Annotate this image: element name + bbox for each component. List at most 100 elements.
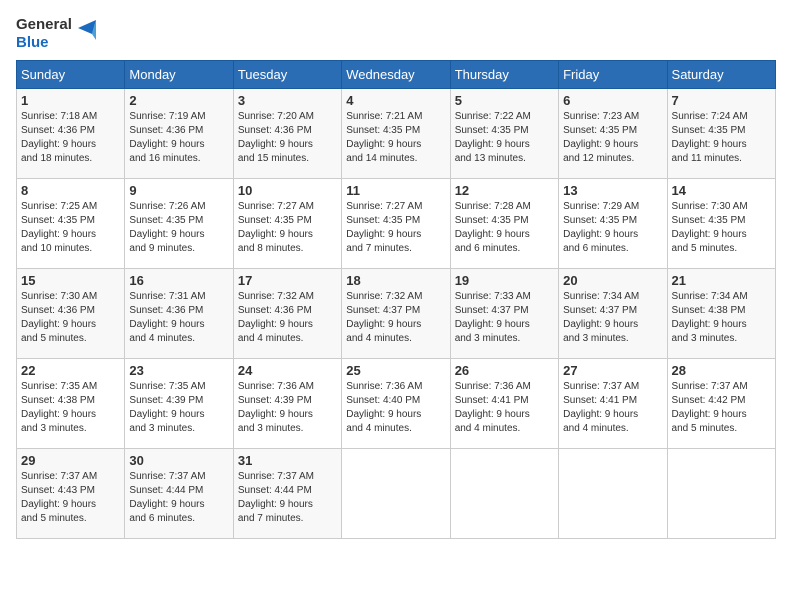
day-info: Sunrise: 7:29 AM Sunset: 4:35 PM Dayligh… [563, 200, 662, 256]
day-info: Sunrise: 7:23 AM Sunset: 4:35 PM Dayligh… [563, 110, 662, 166]
calendar-cell: 27Sunrise: 7:37 AM Sunset: 4:41 PM Dayli… [559, 359, 667, 449]
calendar-cell: 25Sunrise: 7:36 AM Sunset: 4:40 PM Dayli… [342, 359, 450, 449]
day-header-sunday: Sunday [17, 61, 125, 89]
day-info: Sunrise: 7:34 AM Sunset: 4:37 PM Dayligh… [563, 290, 662, 346]
calendar-cell: 21 Sunrise: 7:34 AM Sunset: 4:38 PM Dayli… [667, 269, 775, 359]
day-number: 22 [21, 363, 120, 378]
logo: GeneralBlue [16, 16, 96, 52]
day-info: Sunrise: 7:36 AM Sunset: 4:39 PM Dayligh… [238, 380, 337, 436]
day-info: Sunrise: 7:37 AM Sunset: 4:43 PM Dayligh… [21, 470, 120, 526]
day-number: 18 [346, 273, 445, 288]
day-number: 20 [563, 273, 662, 288]
day-info: Sunrise: 7:32 AM Sunset: 4:37 PM Dayligh… [346, 290, 445, 346]
day-info: Sunrise: 7:24 AM Sunset: 4:35 PM Dayligh… [672, 110, 771, 166]
day-number: 19 [455, 273, 554, 288]
day-info: Sunrise: 7:20 AM Sunset: 4:36 PM Dayligh… [238, 110, 337, 166]
day-info: Sunrise: 7:37 AM Sunset: 4:44 PM Dayligh… [129, 470, 228, 526]
day-number: 16 [129, 273, 228, 288]
calendar-cell: 7 Sunrise: 7:24 AM Sunset: 4:35 PM Daylig… [667, 89, 775, 179]
day-number: 10 [238, 183, 337, 198]
calendar-cell [342, 449, 450, 539]
day-number: 2 [129, 93, 228, 108]
day-info: Sunrise: 7:27 AM Sunset: 4:35 PM Dayligh… [346, 200, 445, 256]
day-number: 24 [238, 363, 337, 378]
day-number: 15 [21, 273, 120, 288]
day-info: Sunrise: 7:37 AM Sunset: 4:41 PM Dayligh… [563, 380, 662, 436]
calendar-week-row: 15 Sunrise: 7:30 AM Sunset: 4:36 PM Dayli… [17, 269, 776, 359]
calendar-cell: 19 Sunrise: 7:33 AM Sunset: 4:37 PM Dayli… [450, 269, 558, 359]
calendar-cell: 11 Sunrise: 7:27 AM Sunset: 4:35 PM Dayli… [342, 179, 450, 269]
day-number: 3 [238, 93, 337, 108]
calendar-table: SundayMondayTuesdayWednesdayThursdayFrid… [16, 60, 776, 539]
day-number: 1 [21, 93, 120, 108]
day-info: Sunrise: 7:30 AM Sunset: 4:36 PM Dayligh… [21, 290, 120, 346]
calendar-week-row: 8 Sunrise: 7:25 AM Sunset: 4:35 PM Daylig… [17, 179, 776, 269]
calendar-week-row: 29 Sunrise: 7:37 AM Sunset: 4:43 PM Dayli… [17, 449, 776, 539]
day-info: Sunrise: 7:30 AM Sunset: 4:35 PM Dayligh… [672, 200, 771, 256]
day-info: Sunrise: 7:34 AM Sunset: 4:38 PM Dayligh… [672, 290, 771, 346]
calendar-cell: 30 Sunrise: 7:37 AM Sunset: 4:44 PM Dayli… [125, 449, 233, 539]
calendar-cell: 5Sunrise: 7:22 AM Sunset: 4:35 PM Daylig… [450, 89, 558, 179]
day-number: 31 [238, 453, 337, 468]
calendar-cell: 15 Sunrise: 7:30 AM Sunset: 4:36 PM Dayli… [17, 269, 125, 359]
day-header-thursday: Thursday [450, 61, 558, 89]
day-header-saturday: Saturday [667, 61, 775, 89]
calendar-cell: 24 Sunrise: 7:36 AM Sunset: 4:39 PM Dayli… [233, 359, 341, 449]
calendar-cell: 26 Sunrise: 7:36 AM Sunset: 4:41 PM Dayli… [450, 359, 558, 449]
day-info: Sunrise: 7:33 AM Sunset: 4:37 PM Dayligh… [455, 290, 554, 346]
calendar-cell [559, 449, 667, 539]
calendar-cell: 20 Sunrise: 7:34 AM Sunset: 4:37 PM Dayli… [559, 269, 667, 359]
day-header-wednesday: Wednesday [342, 61, 450, 89]
day-number: 5 [455, 93, 554, 108]
day-number: 11 [346, 183, 445, 198]
day-number: 9 [129, 183, 228, 198]
day-info: Sunrise: 7:27 AM Sunset: 4:35 PM Dayligh… [238, 200, 337, 256]
day-number: 14 [672, 183, 771, 198]
calendar-cell [450, 449, 558, 539]
day-info: Sunrise: 7:28 AM Sunset: 4:35 PM Dayligh… [455, 200, 554, 256]
calendar-body: 1Sunrise: 7:18 AM Sunset: 4:36 PM Daylig… [17, 89, 776, 539]
day-info: Sunrise: 7:26 AM Sunset: 4:35 PM Dayligh… [129, 200, 228, 256]
calendar-week-row: 22 Sunrise: 7:35 AM Sunset: 4:38 PM Dayli… [17, 359, 776, 449]
day-info: Sunrise: 7:35 AM Sunset: 4:38 PM Dayligh… [21, 380, 120, 436]
day-number: 7 [672, 93, 771, 108]
calendar-header-row: SundayMondayTuesdayWednesdayThursdayFrid… [17, 61, 776, 89]
day-number: 13 [563, 183, 662, 198]
day-number: 6 [563, 93, 662, 108]
day-info: Sunrise: 7:36 AM Sunset: 4:41 PM Dayligh… [455, 380, 554, 436]
day-info: Sunrise: 7:25 AM Sunset: 4:35 PM Dayligh… [21, 200, 120, 256]
day-info: Sunrise: 7:21 AM Sunset: 4:35 PM Dayligh… [346, 110, 445, 166]
calendar-cell: 17Sunrise: 7:32 AM Sunset: 4:36 PM Dayli… [233, 269, 341, 359]
calendar-cell: 14 Sunrise: 7:30 AM Sunset: 4:35 PM Dayli… [667, 179, 775, 269]
day-info: Sunrise: 7:32 AM Sunset: 4:36 PM Dayligh… [238, 290, 337, 346]
day-number: 12 [455, 183, 554, 198]
day-number: 23 [129, 363, 228, 378]
day-info: Sunrise: 7:31 AM Sunset: 4:36 PM Dayligh… [129, 290, 228, 346]
day-number: 26 [455, 363, 554, 378]
calendar-cell [667, 449, 775, 539]
calendar-cell: 31 Sunrise: 7:37 AM Sunset: 4:44 PM Dayli… [233, 449, 341, 539]
day-info: Sunrise: 7:37 AM Sunset: 4:42 PM Dayligh… [672, 380, 771, 436]
calendar-cell: 10 Sunrise: 7:27 AM Sunset: 4:35 PM Dayli… [233, 179, 341, 269]
day-info: Sunrise: 7:37 AM Sunset: 4:44 PM Dayligh… [238, 470, 337, 526]
day-number: 4 [346, 93, 445, 108]
day-info: Sunrise: 7:35 AM Sunset: 4:39 PM Dayligh… [129, 380, 228, 436]
day-number: 8 [21, 183, 120, 198]
calendar-cell: 28 Sunrise: 7:37 AM Sunset: 4:42 PM Dayli… [667, 359, 775, 449]
calendar-week-row: 1Sunrise: 7:18 AM Sunset: 4:36 PM Daylig… [17, 89, 776, 179]
logo-bird-icon [78, 20, 96, 48]
day-number: 21 [672, 273, 771, 288]
logo-text: GeneralBlue [16, 16, 72, 52]
day-header-friday: Friday [559, 61, 667, 89]
calendar-cell: 23 Sunrise: 7:35 AM Sunset: 4:39 PM Dayli… [125, 359, 233, 449]
calendar-cell: 18 Sunrise: 7:32 AM Sunset: 4:37 PM Dayli… [342, 269, 450, 359]
calendar-cell: 6 Sunrise: 7:23 AM Sunset: 4:35 PM Daylig… [559, 89, 667, 179]
day-number: 25 [346, 363, 445, 378]
day-number: 28 [672, 363, 771, 378]
day-number: 29 [21, 453, 120, 468]
calendar-cell: 4 Sunrise: 7:21 AM Sunset: 4:35 PM Daylig… [342, 89, 450, 179]
calendar-cell: 8 Sunrise: 7:25 AM Sunset: 4:35 PM Daylig… [17, 179, 125, 269]
day-number: 30 [129, 453, 228, 468]
day-info: Sunrise: 7:19 AM Sunset: 4:36 PM Dayligh… [129, 110, 228, 166]
calendar-cell: 16 Sunrise: 7:31 AM Sunset: 4:36 PM Dayli… [125, 269, 233, 359]
